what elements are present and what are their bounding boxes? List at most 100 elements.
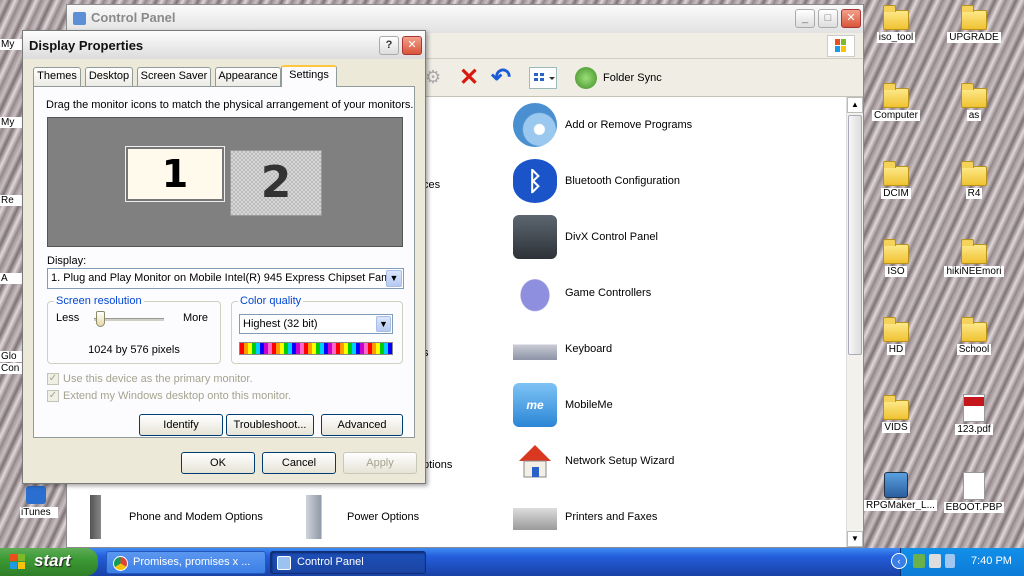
system-tray: ‹ 7:40 PM bbox=[891, 548, 1024, 576]
display-label: Display: bbox=[47, 255, 87, 267]
extend-desktop-checkbox[interactable]: ✓ Extend my Windows desktop onto this mo… bbox=[47, 390, 291, 402]
desktop-folder-hd[interactable]: HD bbox=[864, 317, 928, 355]
cancel-button[interactable]: Cancel bbox=[262, 452, 336, 474]
help-button[interactable]: ? bbox=[379, 36, 399, 55]
desktop-folder-r4[interactable]: R4 bbox=[942, 161, 1006, 199]
taskbar-task-chrome[interactable]: Promises, promises x ... bbox=[106, 551, 266, 574]
desktop-icon-label[interactable]: My bbox=[0, 39, 22, 50]
itunes-icon[interactable] bbox=[26, 486, 46, 504]
cp-item-divx[interactable]: DivX Control Panel bbox=[513, 215, 658, 259]
desktop-folder-iso[interactable]: ISO bbox=[864, 239, 928, 277]
ok-button[interactable]: OK bbox=[181, 452, 255, 474]
cp-item-network-setup[interactable]: Network Setup Wizard bbox=[513, 439, 674, 483]
desktop-app-rpgmaker[interactable]: RPGMaker_L... bbox=[864, 472, 937, 511]
tab-desktop[interactable]: Desktop bbox=[85, 67, 133, 86]
cp-item-game-controllers[interactable]: Game Controllers bbox=[513, 271, 651, 315]
taskbar: start Promises, promises x ... Control P… bbox=[0, 548, 1024, 576]
desktop-icon-label[interactable]: A bbox=[0, 273, 22, 284]
bluetooth-tray-icon[interactable] bbox=[945, 554, 955, 568]
control-panel-titlebar[interactable]: Control Panel bbox=[67, 5, 863, 33]
mobileme-icon: me bbox=[513, 383, 557, 427]
scroll-down-button[interactable]: ▼ bbox=[847, 531, 863, 547]
chevron-down-icon[interactable]: ▼ bbox=[386, 270, 402, 287]
folder-icon bbox=[883, 5, 909, 30]
folder-icon bbox=[883, 239, 909, 264]
troubleshoot-button[interactable]: Troubleshoot... bbox=[226, 414, 314, 436]
cp-item-mobileme[interactable]: me MobileMe bbox=[513, 383, 613, 427]
advanced-button[interactable]: Advanced bbox=[321, 414, 403, 436]
desktop-folder-upgrade[interactable]: UPGRADE bbox=[942, 5, 1006, 43]
desktop-file-eboot[interactable]: EBOOT.PBP bbox=[942, 472, 1006, 513]
monitor-1[interactable]: 1 bbox=[125, 146, 225, 202]
chevron-left-icon[interactable]: ‹ bbox=[891, 553, 907, 569]
task-label: Promises, promises x ... bbox=[133, 556, 251, 568]
maximize-button[interactable]: □ bbox=[818, 9, 838, 28]
desktop-folder-iso-tool[interactable]: iso_tool bbox=[864, 5, 928, 43]
dialog-close-button[interactable]: ✕ bbox=[402, 36, 422, 55]
display-select[interactable]: 1. Plug and Play Monitor on Mobile Intel… bbox=[47, 268, 404, 289]
cp-item-label: Game Controllers bbox=[565, 287, 652, 299]
monitor-2[interactable]: 2 bbox=[230, 150, 322, 216]
desktop-folder-school[interactable]: School bbox=[942, 317, 1006, 355]
folder-icon bbox=[961, 317, 987, 342]
add-remove-programs-icon bbox=[513, 103, 557, 147]
start-button[interactable]: start bbox=[0, 548, 98, 576]
tab-themes[interactable]: Themes bbox=[33, 67, 81, 86]
folder-icon bbox=[961, 161, 987, 186]
minimize-button[interactable]: _ bbox=[795, 9, 815, 28]
network-house-icon bbox=[513, 439, 557, 483]
desktop-folder-computer[interactable]: Computer bbox=[864, 83, 928, 121]
divx-icon bbox=[513, 215, 557, 259]
dialog-titlebar[interactable]: Display Properties bbox=[23, 31, 425, 59]
folder-sync-icon[interactable] bbox=[575, 67, 597, 89]
desktop-icon-label[interactable]: My bbox=[0, 117, 22, 128]
cp-item-label: Power Options bbox=[347, 511, 420, 523]
folder-sync-button[interactable]: Folder Sync bbox=[603, 72, 662, 84]
desktop-icon-label[interactable]: Con bbox=[0, 363, 22, 374]
group-label: Screen resolution bbox=[54, 295, 144, 307]
control-panel-icon bbox=[277, 556, 291, 570]
cp-item-bluetooth[interactable]: ᛒ Bluetooth Configuration bbox=[513, 159, 680, 203]
views-icon[interactable] bbox=[529, 67, 557, 89]
desktop-icon-label[interactable]: iTunes bbox=[20, 507, 58, 518]
close-button[interactable]: ✕ bbox=[841, 9, 861, 28]
tab-screen-saver[interactable]: Screen Saver bbox=[137, 67, 211, 86]
cp-item-label: Add or Remove Programs bbox=[565, 119, 693, 131]
network-icon[interactable] bbox=[913, 554, 925, 568]
clock[interactable]: 7:40 PM bbox=[971, 555, 1012, 567]
volume-icon[interactable] bbox=[929, 554, 941, 568]
cp-item-partial-label[interactable]: ptions bbox=[423, 459, 452, 471]
printer-icon bbox=[513, 495, 557, 539]
cp-item-printers[interactable]: Printers and Faxes bbox=[513, 495, 657, 539]
desktop-folder-hikineemori[interactable]: hikiNEEmori bbox=[942, 239, 1006, 277]
primary-monitor-checkbox[interactable]: ✓ Use this device as the primary monitor… bbox=[47, 373, 253, 385]
desktop-folder-as[interactable]: as bbox=[942, 83, 1006, 121]
desktop-file-123-pdf[interactable]: 123.pdf bbox=[942, 394, 1006, 435]
gamepad-icon bbox=[513, 271, 557, 315]
delete-icon[interactable]: ✕ bbox=[459, 63, 479, 92]
vertical-scrollbar[interactable]: ▲ ▼ bbox=[846, 97, 863, 547]
cp-item-add-remove-programs[interactable]: Add or Remove Programs bbox=[513, 103, 692, 147]
scroll-thumb[interactable] bbox=[848, 115, 862, 355]
color-quality-select[interactable]: Highest (32 bit) ▼ bbox=[239, 314, 393, 334]
tab-settings[interactable]: Settings bbox=[281, 65, 337, 87]
task-label: Control Panel bbox=[297, 556, 364, 568]
folder-icon bbox=[961, 83, 987, 108]
checkbox-label: Use this device as the primary monitor. bbox=[63, 373, 253, 385]
scroll-up-button[interactable]: ▲ bbox=[847, 97, 863, 113]
cp-item-keyboard[interactable]: Keyboard bbox=[513, 327, 612, 371]
undo-icon[interactable]: ↶ bbox=[491, 63, 511, 92]
resolution-value-text: 1024 by 576 pixels bbox=[88, 344, 180, 356]
desktop-folder-vids[interactable]: VIDS bbox=[864, 395, 928, 433]
cp-item-phone-modem[interactable]: Phone and Modem Options bbox=[77, 495, 263, 539]
cp-item-power-options[interactable]: Power Options bbox=[295, 495, 419, 539]
desktop-folder-dcim[interactable]: DCIM bbox=[864, 161, 928, 199]
chevron-down-icon[interactable]: ▼ bbox=[376, 316, 391, 332]
identify-button[interactable]: Identify bbox=[139, 414, 223, 436]
tab-appearance[interactable]: Appearance bbox=[215, 67, 281, 86]
taskbar-task-control-panel[interactable]: Control Panel bbox=[270, 551, 426, 574]
search-icon[interactable]: ⚙ bbox=[425, 67, 447, 89]
desktop-icon-label[interactable]: Re bbox=[0, 195, 22, 206]
resolution-slider-thumb[interactable] bbox=[95, 311, 105, 327]
desktop-icon-label[interactable]: Glo bbox=[0, 351, 22, 362]
